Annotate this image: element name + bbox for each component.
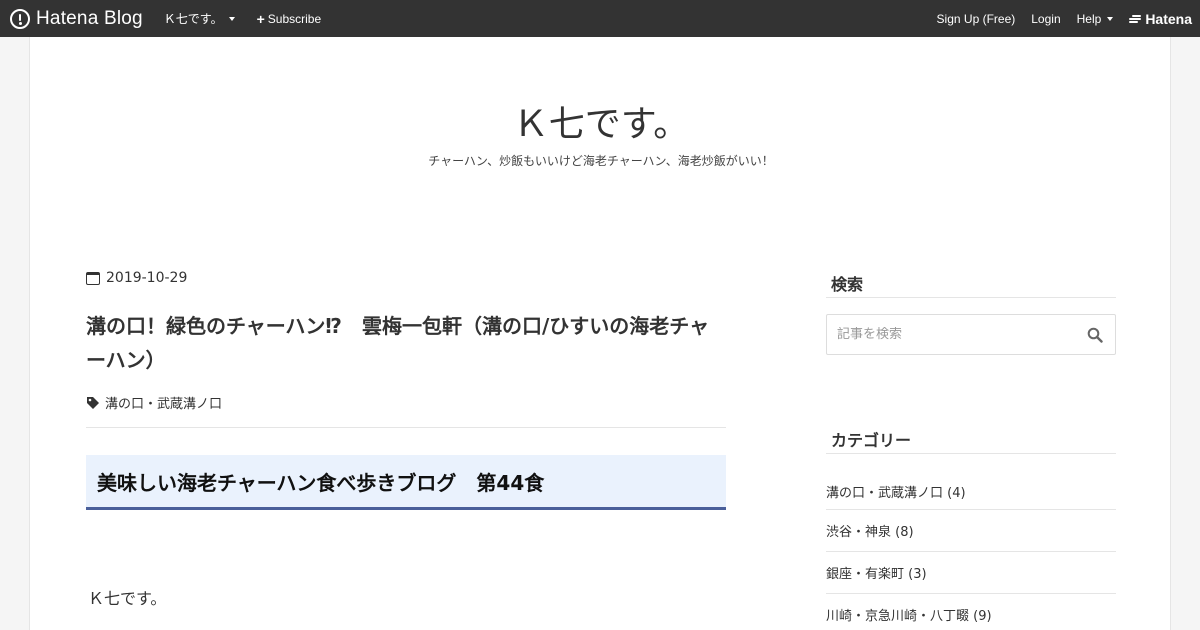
hatena-label: Hatena bbox=[1145, 10, 1192, 27]
category-item[interactable]: 川崎・京急川崎・八丁畷 (9) bbox=[826, 594, 1116, 630]
entry-heading: 美味しい海老チャーハン食べ歩きブログ 第44食 bbox=[86, 455, 726, 510]
entry-main: 2019-10-29 溝の口！緑色のチャーハン⁉ 雲梅一包軒（溝の口/ひすいの海… bbox=[86, 269, 726, 609]
category-list: 溝の口・武蔵溝ノ口 (4) 渋谷・神泉 (8) 銀座・有楽町 (3) 川崎・京急… bbox=[826, 470, 1116, 630]
global-header: Hatena Blog Ｋ七です。 + Subscribe Sign Up (F… bbox=[0, 0, 1200, 37]
category-item[interactable]: 溝の口・武蔵溝ノ口 (4) bbox=[826, 470, 1116, 510]
blog-description: チャーハン、炒飯もいいけど海老チャーハン、海老炒飯がいい！ bbox=[428, 154, 774, 168]
search-input[interactable] bbox=[837, 327, 1077, 342]
entry-body-text: Ｋ七です。 bbox=[88, 589, 167, 608]
search-module: 検索 bbox=[826, 269, 1116, 355]
search-box bbox=[826, 314, 1116, 355]
help-menu[interactable]: Help bbox=[1077, 12, 1114, 26]
blog-name-menu[interactable]: Ｋ七です。 bbox=[164, 10, 235, 27]
category-item[interactable]: 銀座・有楽町 (3) bbox=[826, 552, 1116, 594]
search-icon[interactable] bbox=[1087, 327, 1103, 343]
hatena-blog-logo[interactable]: Hatena Blog bbox=[0, 0, 143, 37]
sidebar: 検索 カテゴリー 溝の口・武蔵溝ノ口 (4) 渋谷・神泉 (8) 銀座・有楽町 … bbox=[826, 269, 1116, 630]
subscribe-label: Subscribe bbox=[267, 11, 322, 26]
tag-icon bbox=[87, 396, 99, 409]
hatena-logo-icon bbox=[10, 8, 30, 29]
subscribe-button[interactable]: + Subscribe bbox=[257, 12, 322, 26]
help-label: Help bbox=[1076, 11, 1102, 26]
hatena-link[interactable]: Hatena bbox=[1129, 11, 1192, 27]
blog-name-label: Ｋ七です。 bbox=[163, 12, 223, 26]
global-header-right: Sign Up (Free) Login Help Hatena bbox=[921, 0, 1200, 37]
blog-container: Ｋ七です。 チャーハン、炒飯もいいけど海老チャーハン、海老炒飯がいい！ 2019… bbox=[29, 37, 1171, 630]
calendar-icon bbox=[86, 271, 100, 285]
hatena-mark-icon bbox=[1129, 14, 1142, 24]
blog-title[interactable]: Ｋ七です。 bbox=[30, 95, 1172, 147]
logo-text: Hatena Blog bbox=[36, 7, 143, 29]
category-module-title: カテゴリー bbox=[826, 425, 1116, 454]
caret-down-icon bbox=[228, 16, 235, 21]
caret-down-icon bbox=[1107, 16, 1114, 21]
search-module-title: 検索 bbox=[826, 269, 1116, 298]
entry-date-label: 2019-10-29 bbox=[106, 270, 188, 286]
category-item[interactable]: 渋谷・神泉 (8) bbox=[826, 510, 1116, 552]
signup-link[interactable]: Sign Up (Free) bbox=[937, 12, 1016, 26]
entry-category-link[interactable]: 溝の口・武蔵溝ノ口 bbox=[105, 393, 222, 412]
login-link[interactable]: Login bbox=[1031, 12, 1060, 26]
entry-date[interactable]: 2019-10-29 bbox=[86, 269, 726, 287]
global-header-left: Hatena Blog Ｋ七です。 + Subscribe bbox=[0, 0, 321, 37]
plus-icon: + bbox=[256, 10, 265, 27]
category-module: カテゴリー 溝の口・武蔵溝ノ口 (4) 渋谷・神泉 (8) 銀座・有楽町 (3)… bbox=[826, 425, 1116, 630]
entry-title[interactable]: 溝の口！緑色のチャーハン⁉ 雲梅一包軒（溝の口/ひすいの海老チャーハン） bbox=[86, 309, 726, 377]
entry-categories: 溝の口・武蔵溝ノ口 bbox=[86, 393, 726, 428]
